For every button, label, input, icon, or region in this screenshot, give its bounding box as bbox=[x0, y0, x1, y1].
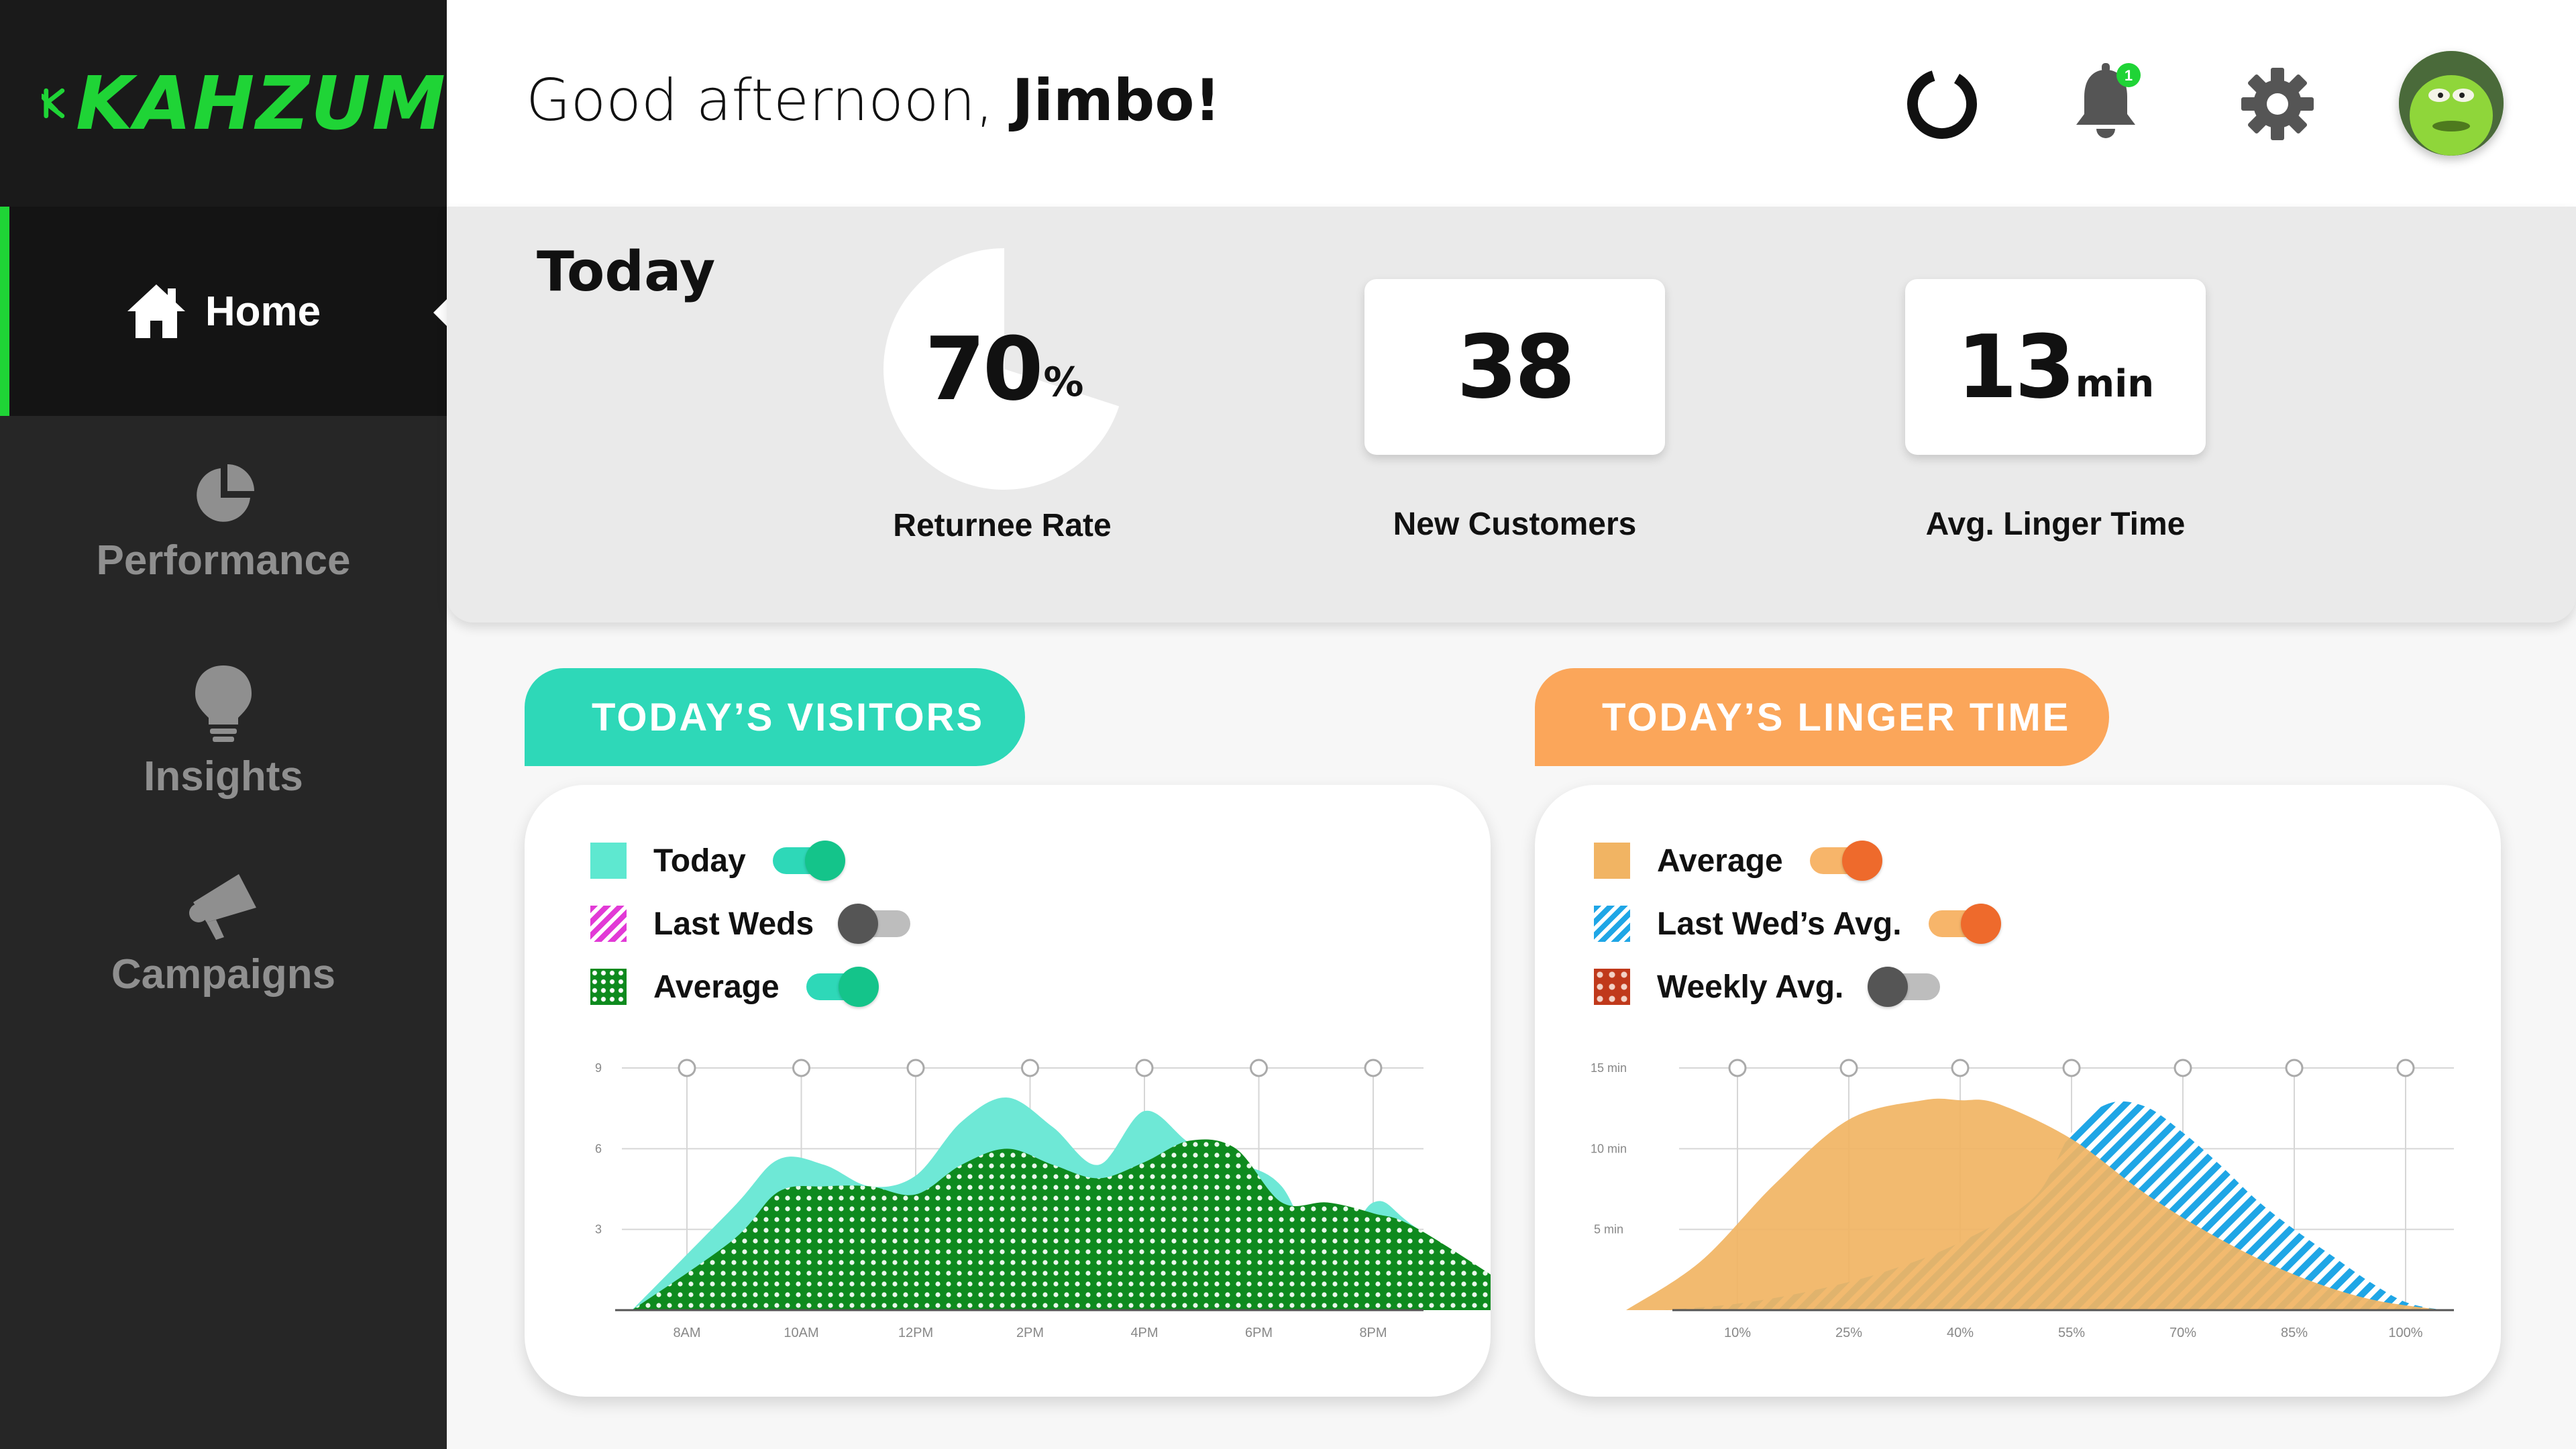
x-marker[interactable] bbox=[1364, 1059, 1383, 1077]
x-tick-label: 10AM bbox=[784, 1326, 818, 1340]
sidebar-item-insights[interactable]: Insights bbox=[0, 654, 447, 808]
returnee-rate-label: Returnee Rate bbox=[893, 508, 1112, 543]
user-name: Jimbo! bbox=[1012, 67, 1221, 134]
linger-time-unit: min bbox=[2075, 362, 2155, 406]
new-customers-value: 38 bbox=[1456, 316, 1576, 418]
x-tick-label: 55% bbox=[2058, 1326, 2085, 1340]
x-tick-label: 85% bbox=[2281, 1326, 2308, 1340]
returnee-rate-gauge: 70% bbox=[879, 244, 1130, 494]
x-marker[interactable] bbox=[678, 1059, 696, 1077]
x-marker[interactable] bbox=[1839, 1059, 1858, 1077]
settings-button[interactable] bbox=[2234, 60, 2321, 148]
active-indicator bbox=[433, 298, 448, 327]
megaphone-icon bbox=[189, 873, 256, 940]
x-marker[interactable] bbox=[1951, 1059, 1970, 1077]
avatar-image bbox=[2399, 51, 2504, 156]
linger-chart-card: Average Last Wed’s Avg. Weekly Avg. 5 mi… bbox=[1535, 785, 2501, 1397]
today-summary-panel: Today 70% Returnee Rate 38 New Customers… bbox=[447, 207, 2576, 623]
x-marker[interactable] bbox=[2285, 1059, 2304, 1077]
progress-ring-icon bbox=[1907, 69, 1977, 139]
gear-icon bbox=[2241, 68, 2314, 140]
progress-ring-button[interactable] bbox=[1898, 60, 1986, 148]
x-tick-label: 25% bbox=[1835, 1326, 1862, 1340]
tab-todays-visitors[interactable]: TODAY’S VISITORS bbox=[525, 668, 1025, 766]
y-tick-label: 10 min bbox=[1591, 1142, 1627, 1155]
tab-todays-linger-time[interactable]: TODAY’S LINGER TIME bbox=[1535, 668, 2109, 766]
x-tick-label: 40% bbox=[1947, 1326, 1974, 1340]
greeting-text: Good afternoon, Jimbo! bbox=[526, 67, 1221, 134]
bell-icon: 1 bbox=[2076, 63, 2141, 138]
new-customers-card: 38 bbox=[1364, 279, 1665, 455]
sidebar-item-campaigns[interactable]: Campaigns bbox=[0, 859, 447, 1006]
pie-chart-icon bbox=[197, 464, 254, 522]
user-avatar[interactable] bbox=[2399, 51, 2504, 156]
x-tick-label: 12PM bbox=[898, 1326, 933, 1340]
x-tick-label: 70% bbox=[2169, 1326, 2196, 1340]
x-tick-label: 10% bbox=[1724, 1326, 1751, 1340]
top-header: Good afternoon, Jimbo! 1 bbox=[447, 0, 2576, 207]
y-tick-label: 5 min bbox=[1594, 1223, 1623, 1236]
notifications-button[interactable]: 1 bbox=[2062, 60, 2149, 148]
y-tick-label: 6 bbox=[595, 1142, 602, 1155]
x-tick-label: 2PM bbox=[1016, 1326, 1044, 1340]
sidebar-item-label: Home bbox=[205, 288, 321, 335]
x-tick-label: 8PM bbox=[1359, 1326, 1387, 1340]
x-tick-label: 6PM bbox=[1245, 1326, 1273, 1340]
sidebar-item-label: Performance bbox=[96, 537, 351, 584]
sidebar-item-label: Insights bbox=[144, 753, 303, 800]
x-marker[interactable] bbox=[2174, 1059, 2192, 1077]
x-tick-label: 100% bbox=[2388, 1326, 2422, 1340]
brand-logo[interactable]: KAHZUM bbox=[0, 0, 447, 207]
brand-name: KAHZUM bbox=[76, 60, 447, 146]
greeting-prefix: Good afternoon, bbox=[526, 67, 1012, 134]
linger-time-label: Avg. Linger Time bbox=[1925, 506, 2186, 542]
sidebar: KAHZUM Home Performance Insights Campaig… bbox=[0, 0, 448, 1449]
x-marker[interactable] bbox=[1135, 1059, 1154, 1077]
sidebar-item-performance[interactable]: Performance bbox=[0, 449, 447, 597]
x-tick-label: 8AM bbox=[673, 1326, 700, 1340]
returnee-rate-value: 70% bbox=[924, 318, 1084, 420]
linger-time-value: 13 bbox=[1956, 316, 2076, 418]
x-marker[interactable] bbox=[906, 1059, 925, 1077]
x-tick-label: 4PM bbox=[1130, 1326, 1158, 1340]
x-marker[interactable] bbox=[792, 1059, 810, 1077]
new-customers-label: New Customers bbox=[1393, 506, 1637, 542]
x-marker[interactable] bbox=[1250, 1059, 1268, 1077]
home-icon bbox=[127, 284, 185, 338]
lightbulb-icon bbox=[195, 665, 252, 742]
sidebar-item-home[interactable]: Home bbox=[0, 207, 448, 416]
x-marker[interactable] bbox=[1021, 1059, 1039, 1077]
y-tick-label: 9 bbox=[595, 1061, 602, 1075]
x-marker[interactable] bbox=[1728, 1059, 1747, 1077]
x-marker[interactable] bbox=[2396, 1059, 2415, 1077]
x-marker[interactable] bbox=[2062, 1059, 2081, 1077]
notification-count: 1 bbox=[2125, 67, 2133, 84]
linger-time-card: 13 min bbox=[1905, 279, 2206, 455]
section-title: Today bbox=[537, 240, 716, 304]
sidebar-item-label: Campaigns bbox=[111, 951, 336, 998]
kahzum-logo-icon bbox=[42, 88, 65, 119]
y-tick-label: 15 min bbox=[1591, 1061, 1627, 1075]
linger-area-chart: 5 min 10 min 15 min 10% 25% 40% 55% 70% 85% 100% bbox=[1591, 1059, 2454, 1340]
visitors-area-chart: 3 6 9 8AM 10AM 12PM 2PM 4PM 6PM 8PM bbox=[595, 1059, 1491, 1340]
y-tick-label: 3 bbox=[595, 1223, 602, 1236]
visitors-chart-card: Today Last Weds Average 3 6 9 8AM 10AM 12PM 2P… bbox=[525, 785, 1491, 1397]
